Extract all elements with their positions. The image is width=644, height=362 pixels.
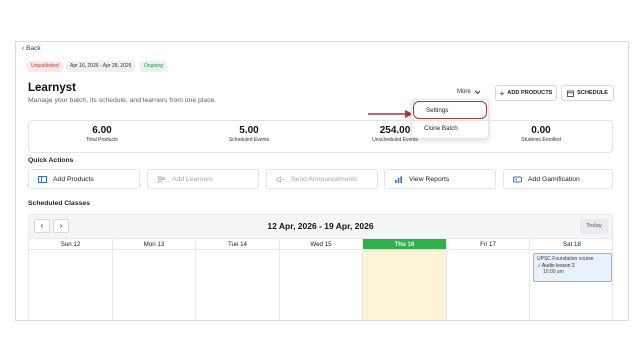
- quick-action-label: View Reports: [409, 175, 450, 183]
- stat-value: 0.00: [531, 125, 551, 136]
- back-label: Back: [26, 45, 41, 52]
- quick-action-label: Add Learners: [172, 175, 213, 183]
- menu-item-settings[interactable]: Settings: [413, 101, 487, 119]
- stat-scheduled-events: 5.00 Scheduled Events: [189, 125, 309, 143]
- audio-icon: ♫: [537, 263, 541, 269]
- chevron-left-icon: ‹: [22, 45, 25, 52]
- add-products-label: ADD PRODUCTS: [507, 90, 553, 96]
- stat-value: 6.00: [92, 125, 112, 136]
- day-column-mon[interactable]: Mon 13: [113, 239, 196, 320]
- day-column-thu-today[interactable]: Thu 16: [363, 239, 447, 320]
- schedule-label: SCHEDULE: [577, 90, 608, 96]
- stats-card: 6.00 Total Products 5.00 Scheduled Event…: [28, 120, 613, 153]
- quick-action-view-reports[interactable]: View Reports: [384, 169, 496, 189]
- quick-action-add-products[interactable]: Add Products: [28, 169, 140, 189]
- day-header: Tue 14: [196, 239, 279, 250]
- stat-students-enrolled: 0.00 Students Enrolled: [481, 125, 601, 143]
- today-button[interactable]: Today: [580, 219, 608, 234]
- quick-action-send-announcements[interactable]: Send Announcements: [266, 169, 378, 189]
- stat-total-products: 6.00 Total Products: [42, 125, 162, 143]
- chevron-down-icon: [474, 90, 481, 94]
- quick-action-label: Add Gamification: [528, 175, 580, 183]
- status-badge-ongoing: Ongoing: [140, 61, 167, 72]
- quick-action-label: Add Products: [53, 175, 94, 183]
- stat-value: 5.00: [239, 125, 259, 136]
- stat-unscheduled-events: 254.00 Unscheduled Events: [335, 125, 455, 143]
- day-header: Wed 15: [280, 239, 362, 250]
- bar-chart-icon: [395, 175, 402, 183]
- stat-label: Scheduled Events: [228, 137, 270, 143]
- day-header: Sun 12: [29, 239, 112, 250]
- stat-label: Total Products: [86, 137, 118, 143]
- day-column-sun[interactable]: Sun 12: [29, 239, 113, 320]
- stat-value: 254.00: [379, 125, 411, 136]
- event-course: UPSC Foundation course: [537, 256, 594, 262]
- more-menu-button[interactable]: More: [457, 89, 481, 95]
- batch-page: ‹ Back Unpublished Apr 16, 2026 - Apr 28…: [15, 41, 629, 321]
- quick-action-add-gamification[interactable]: Add Gamification: [503, 169, 613, 189]
- day-header: Sat 18: [530, 239, 614, 250]
- date-range-badge: Apr 16, 2026 - Apr 28, 2026: [66, 61, 136, 72]
- stat-label: Students Enrolled: [521, 137, 561, 143]
- status-badge-unpublished: Unpublished: [27, 61, 63, 72]
- page-title: Learnyst: [28, 82, 76, 94]
- day-column-sat[interactable]: Sat 18 UPSC Foundation course ♫ Audio le…: [530, 239, 614, 320]
- day-header: Mon 13: [113, 239, 195, 250]
- day-column-tue[interactable]: Tue 14: [196, 239, 280, 320]
- quick-actions-heading: Quick Actions: [28, 157, 74, 164]
- more-label: More: [457, 89, 471, 95]
- calendar-icon: [567, 90, 575, 97]
- calendar-date-range: 12 Apr, 2026 - 19 Apr, 2026: [267, 221, 374, 231]
- megaphone-icon: [276, 175, 285, 183]
- schedule-button[interactable]: SCHEDULE: [561, 85, 614, 101]
- today-highlight: [363, 250, 446, 320]
- back-link[interactable]: ‹ Back: [22, 45, 41, 52]
- layout-icon: [38, 175, 47, 183]
- stat-label: Unscheduled Events: [372, 137, 418, 143]
- quick-action-label: Send Announcements: [291, 175, 358, 183]
- scheduled-classes-heading: Scheduled Classes: [28, 200, 90, 207]
- calendar-event-card[interactable]: UPSC Foundation course ♫ Audio lesson 2 …: [533, 253, 612, 282]
- page-subtitle: Manage your batch, its schedule, and lea…: [28, 97, 217, 104]
- add-products-button[interactable]: + ADD PRODUCTS: [495, 85, 557, 101]
- calendar-week-grid: Sun 12 Mon 13 Tue 14 Wed 15 Thu 16 Fri 1…: [28, 238, 614, 320]
- event-time: 10:00 am: [543, 269, 564, 275]
- quick-action-add-learners[interactable]: Add Learners: [147, 169, 259, 189]
- calendar-toolbar: ‹ › 12 Apr, 2026 - 19 Apr, 2026 Today: [28, 214, 613, 238]
- plus-icon: +: [499, 88, 505, 98]
- day-column-fri[interactable]: Fri 17: [447, 239, 530, 320]
- gamepad-icon: [513, 176, 522, 182]
- users-icon: [157, 175, 165, 183]
- day-header: Thu 16: [363, 239, 446, 250]
- day-header: Fri 17: [447, 239, 529, 250]
- day-column-wed[interactable]: Wed 15: [280, 239, 363, 320]
